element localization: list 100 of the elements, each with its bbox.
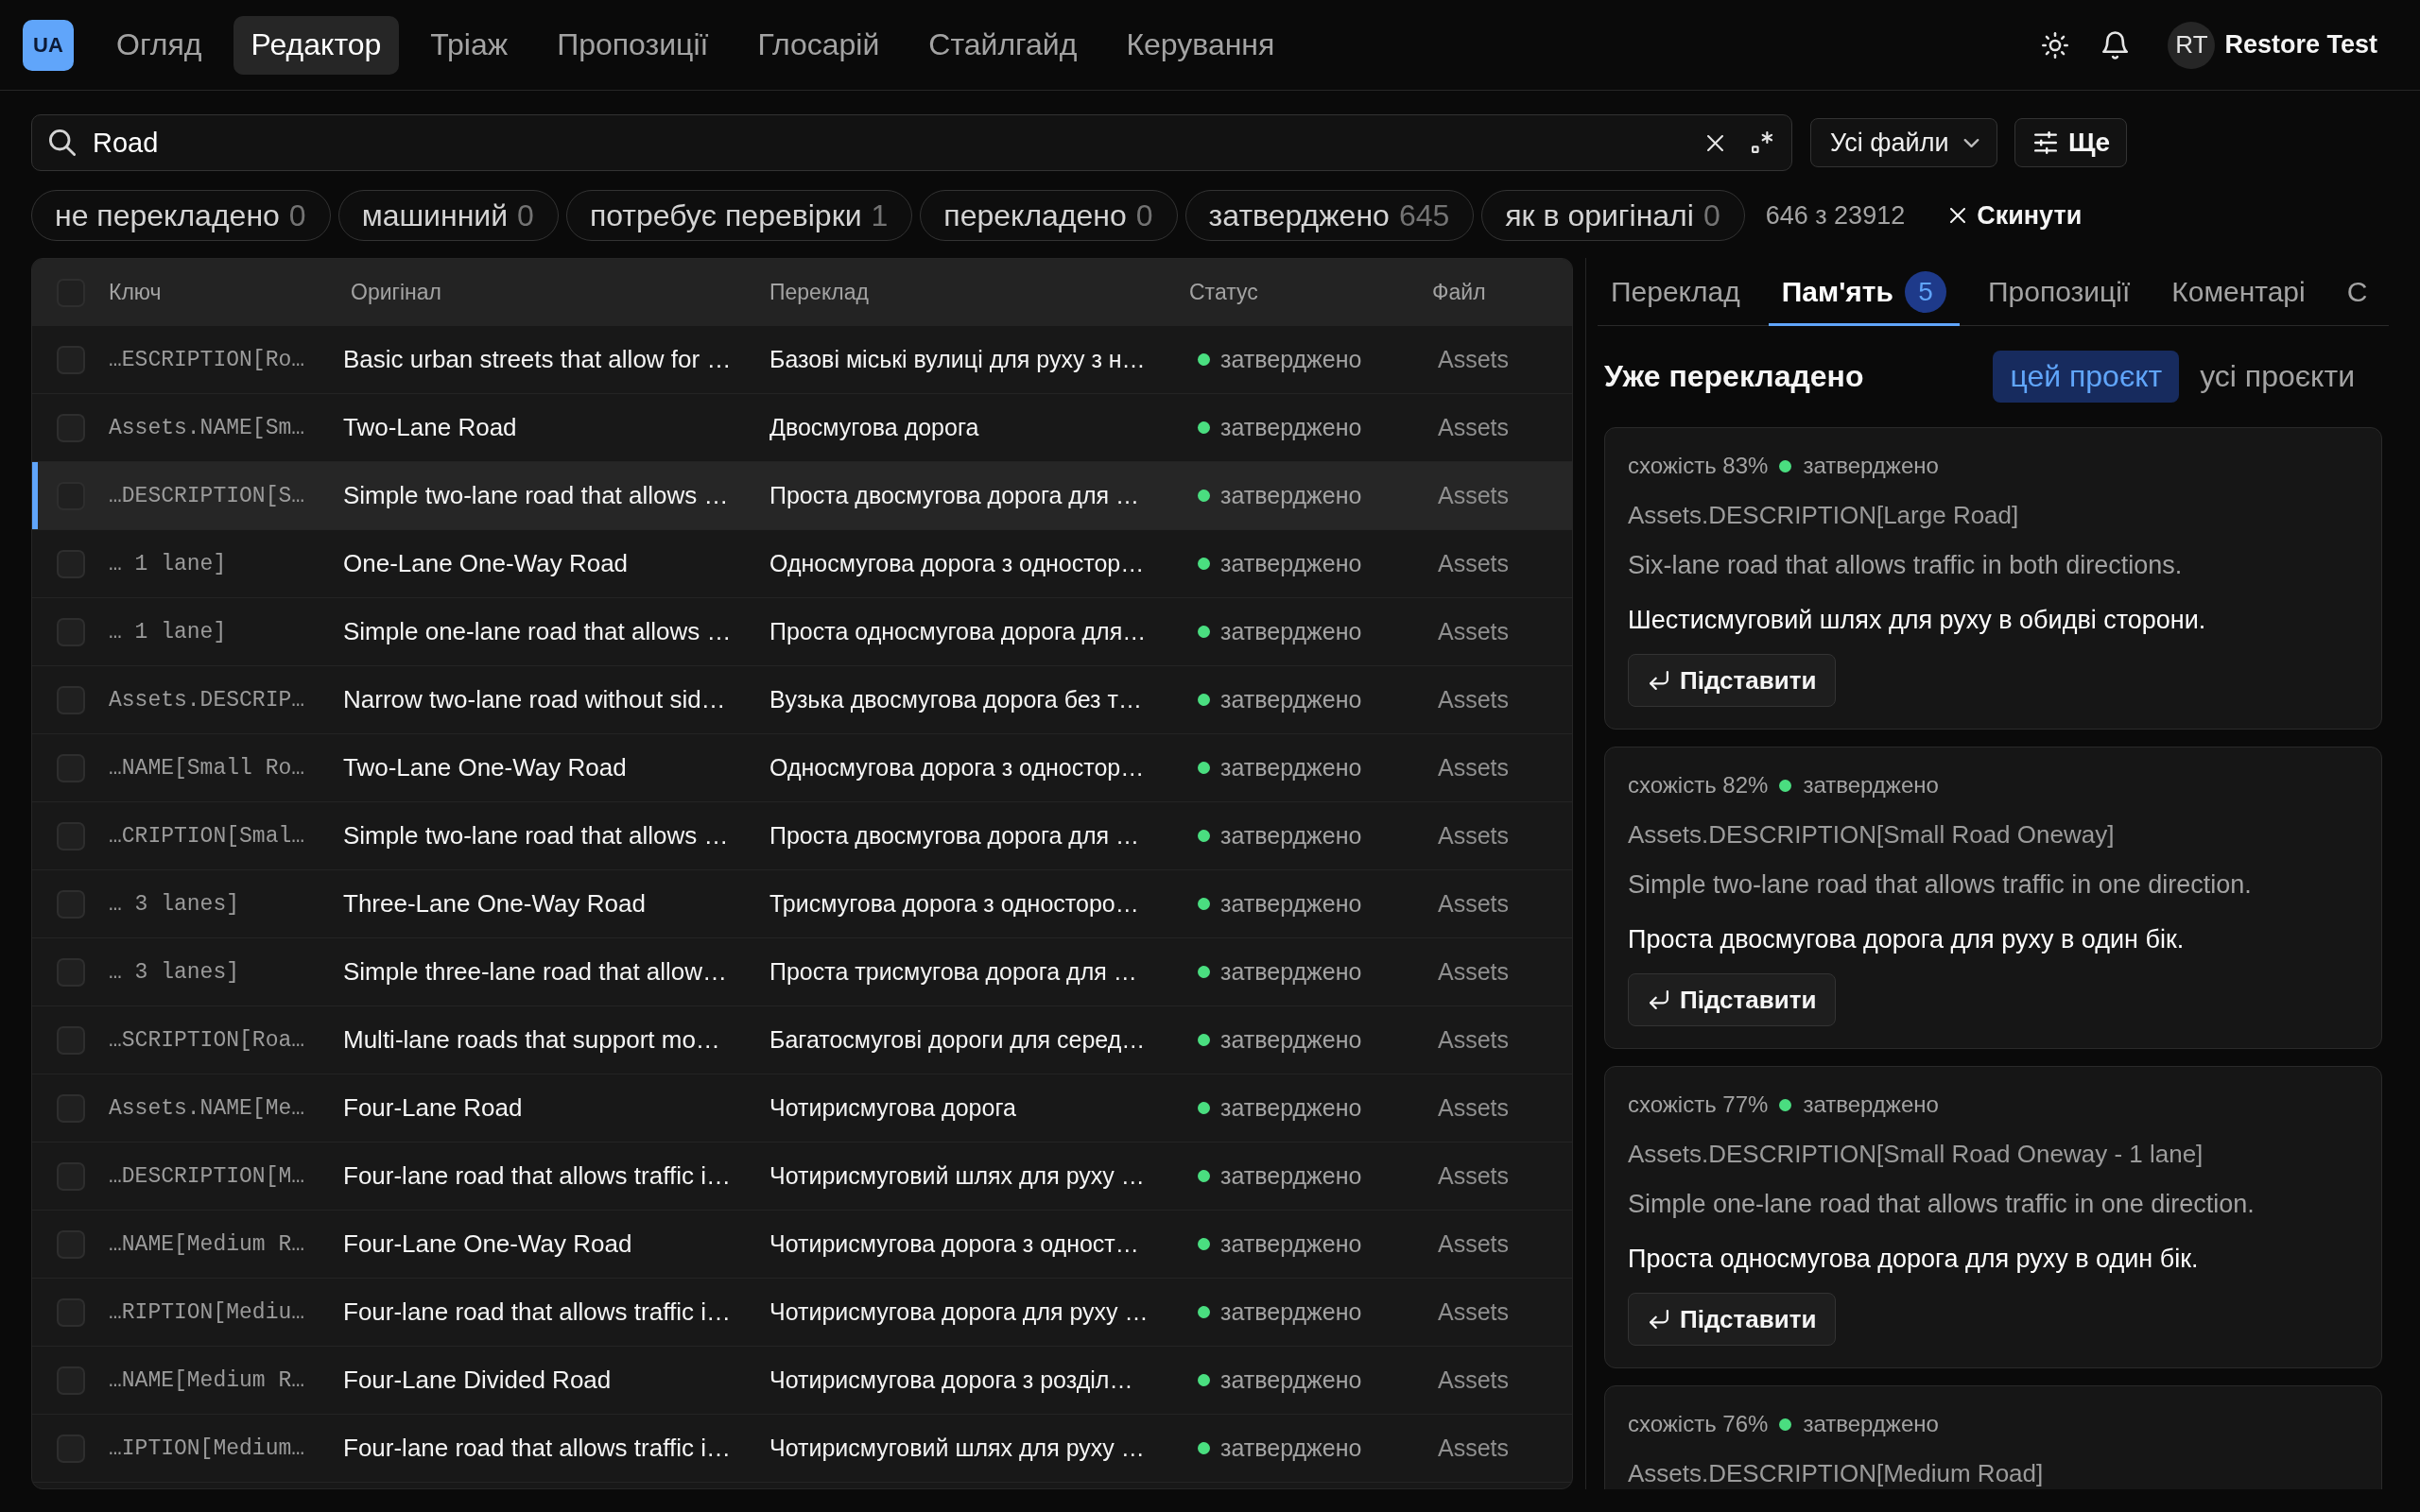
status-label: затверджено [1220,1026,1362,1054]
similarity-label: схожість 77% [1628,1091,1769,1118]
filter-chip[interactable]: як в оригіналі 0 [1481,190,1745,241]
column-header[interactable]: Переклад [769,280,869,305]
table-row[interactable]: …CRIPTION[Smal… Simple two-lane road that allows … Проста двосмугова дорога для … затверджено Assets [32,802,1572,870]
table-row[interactable]: …NAME[Small Ro… Two-Lane One-Way Road Односмугова дорога з одностор… затверджено Assets [32,734,1572,802]
insert-button[interactable]: Підставити [1628,1293,1837,1346]
scope-toggle[interactable]: цей проєкт [1993,351,2180,403]
status-dot-icon [1198,898,1210,910]
translation-text: Чотирисмугова дорога [769,1094,1017,1122]
string-key: Assets.NAME[Me… [109,1095,343,1121]
nav-tab[interactable]: Пропозиції [539,15,727,75]
string-key: …SCRIPTION[Roa… [109,1027,343,1053]
status-dot-icon [1198,1238,1210,1250]
panel-tab[interactable]: Пам'ять 5 [1768,258,1960,326]
nav-tab[interactable]: Керування [1108,15,1293,75]
nav-tab[interactable]: Стайлгайд [910,15,1096,75]
regex-icon[interactable] [1752,131,1774,154]
status-label: затверджено [1803,453,1939,479]
table-row[interactable]: …DESCRIPTION[M… Four-lane road that allows traffic i… Чотирисмуговий шлях для руху … затверджено Assets [32,1143,1572,1211]
string-key: …IPTION[Medium… [109,1435,343,1461]
translation-text: Проста двосмугова дорога для … [769,822,1140,850]
file-filter-dropdown[interactable]: Усі файли [1810,118,1997,167]
source-text: Four-lane road that allows traffic i… [343,1434,732,1463]
close-icon[interactable] [1707,134,1723,151]
panel-tab[interactable]: Коментарі [2158,258,2319,326]
column-header[interactable]: Файл [1432,280,1486,305]
string-key: Assets.DESCRIP… [109,687,343,713]
source-text: Four-lane road that allows traffic i… [343,1161,732,1191]
table-row[interactable]: …IPTION[Medium… Four-lane road that allows traffic i… Чотирисмуговий шлях для руху … затверджено Assets [32,1415,1572,1483]
sliders-icon [2034,131,2057,154]
bell-icon[interactable] [2102,30,2129,60]
filter-chip[interactable]: потребує перевірки 1 [565,190,913,241]
table-row[interactable]: … 1 lane] Simple one-lane road that allows … Проста односмугова дорога для… затверджено Assets [32,598,1572,666]
file-label: Assets [1437,1094,1511,1122]
file-label: Assets [1437,958,1511,986]
app-logo[interactable]: UA [23,19,74,71]
source-text: Simple one-lane road that allows traffic in one direction. [1628,1190,2256,1218]
translation-text: Проста односмугова дорога для руху в один бік. [1628,1245,2200,1273]
return-arrow-icon [1650,990,1668,1009]
more-button[interactable]: Ще [2014,118,2127,167]
translation-text: Чотирисмуговий шлях для руху … [769,1435,1146,1462]
translation-text: Проста двосмугова дорога для руху в один бік. [1628,925,2186,954]
table-row[interactable]: …NAME[Medium R… Four-Lane Divided Road Чотирисмугова дорога з розділ… затверджено Assets [32,1347,1572,1415]
status-label: затверджено [1220,346,1362,373]
source-text: Two-Lane Road [343,413,518,442]
filter-chip[interactable]: не перекладено 0 [31,190,331,241]
file-label: Assets [1437,822,1511,850]
status-dot-icon [1198,1034,1210,1046]
panel-tab[interactable]: Переклад [1598,258,1754,326]
translation-text: Проста трисмугова дорога для … [769,958,1138,986]
scope-toggle[interactable]: усі проєкти [2183,351,2372,403]
user-avatar[interactable]: RT [2168,21,2216,69]
status-label: затверджено [1220,1366,1362,1394]
status-label: затверджено [1220,890,1362,918]
table-row[interactable]: …ESCRIPTION[Ro… Basic urban streets that allow for … Базові міські вулиці для руху з н… затверджено Assets [32,326,1572,394]
table-row[interactable]: … 3 lanes] Three-Lane One-Way Road Трисмугова дорога з односторо… затверджено Assets [32,870,1572,938]
table-row[interactable]: …DESCRIPTION[S… Simple two-lane road that allows … Проста двосмугова дорога для … затверджено Assets [32,462,1572,530]
column-header[interactable]: Ключ [109,280,162,305]
table-row[interactable]: Assets.NAME[Me… Four-Lane Road Чотирисмугова дорога затверджено Assets [32,1074,1572,1143]
nav-tab[interactable]: Глосарій [739,15,898,75]
table-row[interactable]: …SCRIPTION[Roa… Multi-lane roads that support mo… Багатосмугові дороги для серед… затверджено Assets [32,1006,1572,1074]
column-header[interactable]: Статус [1189,280,1258,305]
status-label: затверджено [1220,1094,1362,1122]
nav-tab[interactable]: Редактор [233,15,400,75]
panel-tab[interactable]: Пропозиції [1975,258,2144,326]
search-field[interactable]: Road [31,114,1792,171]
insert-button[interactable]: Підставити [1628,973,1837,1026]
filter-chip[interactable]: затверджено 645 [1184,190,1475,241]
reset-button[interactable]: Скинути [1950,200,2083,231]
table-row[interactable]: … 3 lanes] Simple three-lane road that allow… Проста трисмугова дорога для … затверджено Assets [32,938,1572,1006]
source-text: Simple two-lane road that allows … [343,821,730,850]
string-key: …DESCRIPTION[S… [109,483,343,508]
string-key: Assets.DESCRIPTION[Large Road] [1628,501,2359,529]
column-header[interactable]: Оригінал [351,280,441,305]
table-row[interactable]: …NAME[Medium R… Four-Lane One-Way Road Чотирисмугова дорога з одност… затверджено Assets [32,1211,1572,1279]
nav-tab[interactable]: Тріаж [412,15,527,75]
status-dot-icon [1198,1306,1210,1318]
file-label: Assets [1437,618,1511,645]
file-label: Assets [1437,550,1511,577]
sun-icon[interactable] [2042,31,2069,59]
status-dot-icon [1779,779,1792,792]
status-label: затверджено [1220,958,1362,986]
translation-text: Базові міські вулиці для руху з н… [769,346,1147,373]
nav-tab[interactable]: Огляд [98,15,220,75]
user-name[interactable]: Restore Test [2224,30,2377,60]
panel-tab[interactable]: С [2333,258,2381,326]
status-label: затверджено [1220,550,1362,577]
source-text: Multi-lane roads that support mo… [343,1025,721,1055]
table-row[interactable]: … 1 lane] One-Lane One-Way Road Односмугова дорога з одностор… затверджено Assets [32,530,1572,598]
filter-chip[interactable]: перекладено 0 [920,190,1178,241]
search-input[interactable]: Road [93,124,1707,162]
table-row[interactable]: …RIPTION[Mediu… Four-lane road that allows traffic i… Чотирисмугова дорога для руху … затверджено Assets [32,1279,1572,1347]
file-label: Assets [1437,754,1511,782]
filter-chip[interactable]: машинний 0 [337,190,559,241]
table-row[interactable]: Assets.DESCRIP… Narrow two-lane road without sid… Вузька двосмугова дорога без т… затверджено Assets [32,666,1572,734]
string-key: … 3 lanes] [109,891,343,917]
insert-button[interactable]: Підставити [1628,654,1837,707]
status-label: затверджено [1220,618,1362,645]
file-label: Assets [1437,482,1511,509]
